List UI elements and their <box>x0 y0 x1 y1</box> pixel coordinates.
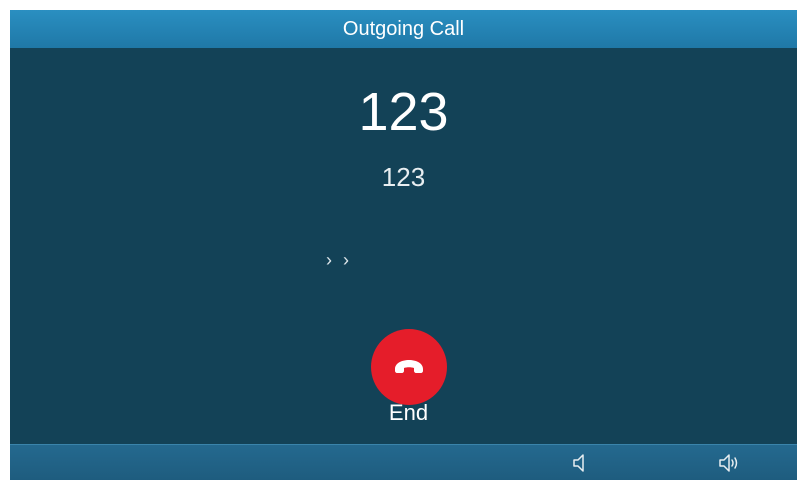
speakerphone-button[interactable] <box>700 445 760 480</box>
hang-up-icon <box>395 360 423 373</box>
speakerphone-icon <box>719 454 738 472</box>
caller-name: 123 <box>358 82 449 142</box>
handset-speaker-icon <box>573 454 584 472</box>
calling-progress-indicator: › › <box>326 250 352 270</box>
caller-number: 123 <box>381 162 426 192</box>
page-title: Outgoing Call <box>342 17 465 40</box>
title-bar: Outgoing Call <box>10 10 797 48</box>
handset-speaker-button[interactable] <box>550 445 610 480</box>
call-screen: Outgoing Call 123 123 › › End <box>10 10 797 480</box>
softkey-bar <box>10 444 797 480</box>
end-call-label: End <box>388 400 429 425</box>
end-call-button[interactable] <box>371 329 447 405</box>
